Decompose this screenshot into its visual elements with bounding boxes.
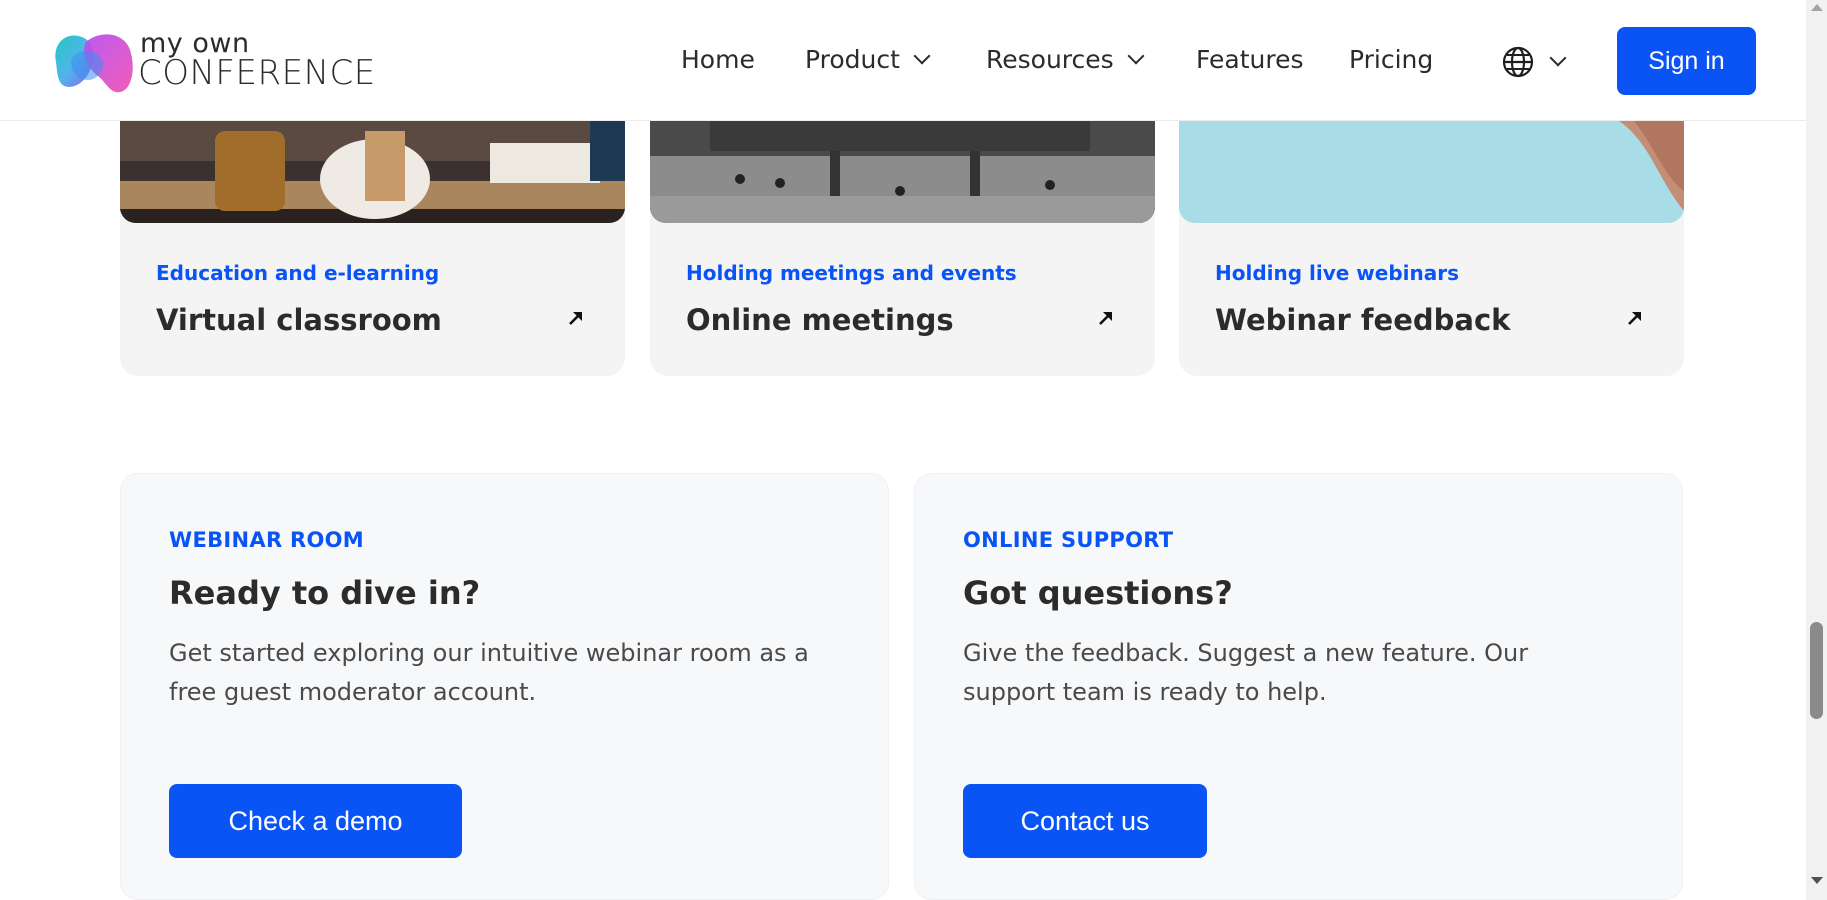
card-category: Education and e-learning [156,261,440,285]
card-webinar-feedback[interactable]: Holding live webinars Webinar feedback [1179,121,1684,376]
nav-features[interactable]: Features [1196,45,1304,74]
card-virtual-classroom[interactable]: Education and e-learning Virtual classro… [120,121,625,376]
chevron-down-icon [913,47,931,64]
card-category: Holding live webinars [1215,261,1460,285]
nav-product-dropdown[interactable]: Product [805,45,931,74]
panel-title: Got questions? [963,574,1233,612]
logo-text-bottom: CONFERENCE [138,53,376,93]
nav-resources-dropdown[interactable]: Resources [986,45,1145,74]
scroll-down-arrow-icon[interactable] [1811,877,1823,884]
card-online-meetings[interactable]: Holding meetings and events Online meeti… [650,121,1155,376]
logo-mark-icon [55,34,133,93]
card-category: Holding meetings and events [686,261,1017,285]
nav-product-label: Product [805,45,900,74]
nav-features-label: Features [1196,45,1304,74]
panel-title: Ready to dive in? [169,574,481,612]
panel-kicker: WEBINAR ROOM [169,528,365,552]
panel-online-support: ONLINE SUPPORT Got questions? Give the f… [914,473,1683,900]
nav-pricing-label: Pricing [1349,45,1434,74]
card-title: Webinar feedback [1215,303,1511,337]
scroll-up-arrow-icon[interactable] [1811,4,1823,11]
webinar-photo [1179,121,1684,223]
nav-home[interactable]: Home [681,45,755,74]
panel-description: Get started exploring our intuitive webi… [169,639,809,706]
scrollbar-thumb[interactable] [1810,622,1823,719]
globe-icon[interactable] [1501,45,1535,79]
nav-home-label: Home [681,45,755,74]
classroom-photo [120,121,625,223]
contact-us-button[interactable]: Contact us [963,784,1207,858]
language-chevron-down-icon[interactable] [1549,49,1567,67]
site-header: my own CONFERENCE Home Product Resources… [0,0,1806,121]
card-title: Virtual classroom [156,303,442,337]
panel-webinar-room: WEBINAR ROOM Ready to dive in? Get start… [120,473,889,900]
check-demo-button[interactable]: Check a demo [169,784,462,858]
nav-pricing[interactable]: Pricing [1349,45,1433,74]
card-title: Online meetings [686,303,954,337]
meeting-room-photo [650,121,1155,223]
arrow-up-right-icon [1628,312,1641,325]
panel-description: Give the feedback. Suggest a new feature… [963,639,1529,706]
page-scrollbar[interactable] [1806,0,1827,900]
arrow-up-right-icon [1099,312,1112,325]
logo[interactable]: my own CONFERENCE [50,28,375,96]
nav-resources-label: Resources [986,45,1114,74]
chevron-down-icon [1127,47,1145,64]
arrow-up-right-icon [569,312,582,325]
panel-kicker: ONLINE SUPPORT [963,528,1174,552]
sign-in-button[interactable]: Sign in [1617,27,1756,95]
